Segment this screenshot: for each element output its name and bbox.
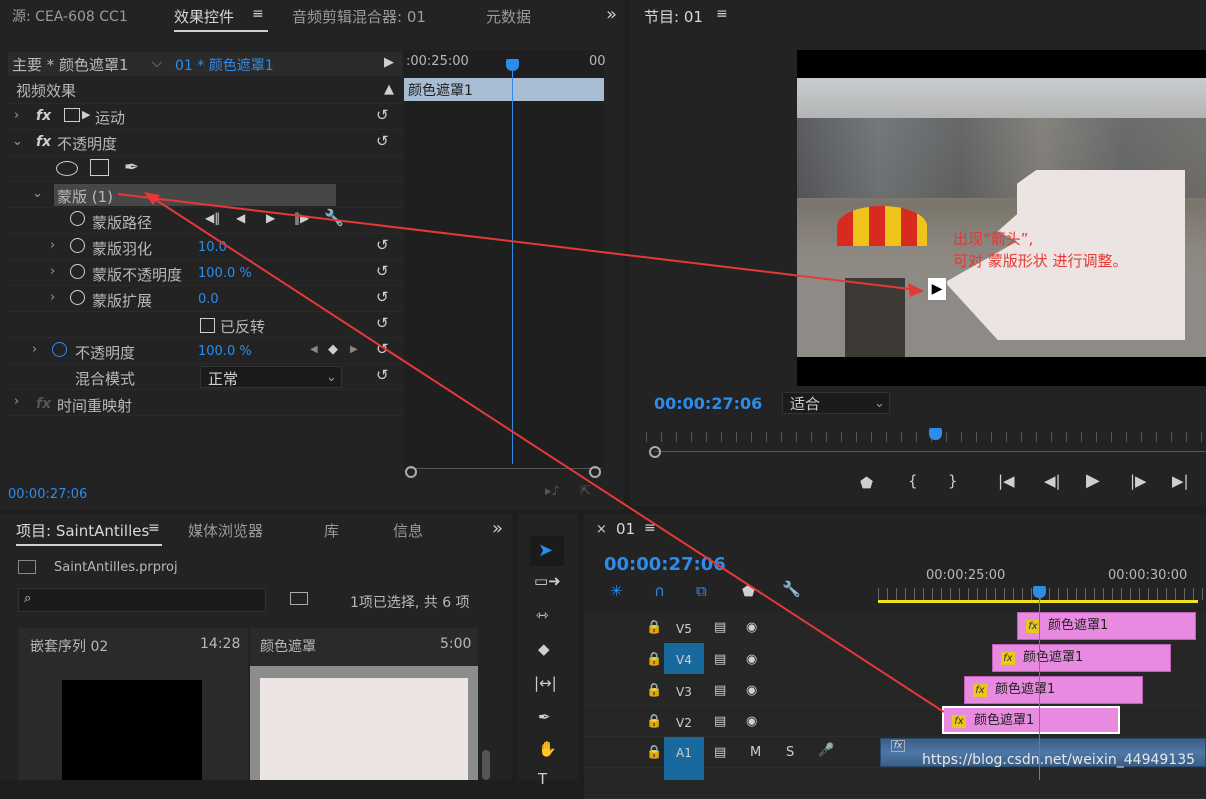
arrow-from-clip	[149, 195, 945, 713]
annotation-arrows	[117, 192, 945, 713]
arrowhead-icon	[908, 283, 924, 297]
arrow-to-cursor	[117, 193, 919, 291]
